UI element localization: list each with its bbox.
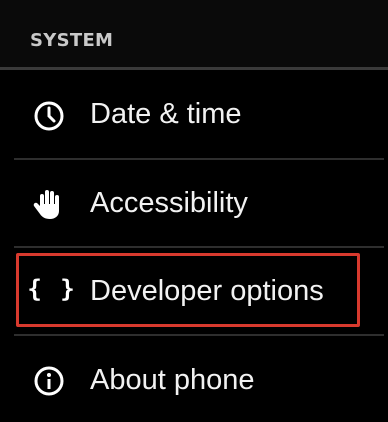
highlight-box xyxy=(16,253,360,327)
settings-item-accessibility[interactable]: Accessibility xyxy=(0,160,388,246)
info-icon xyxy=(32,364,66,398)
settings-item-date-time[interactable]: Date & time xyxy=(0,72,388,158)
settings-item-label: Date & time xyxy=(90,98,242,130)
settings-item-about-phone[interactable]: About phone xyxy=(0,336,388,422)
section-title: SYSTEM xyxy=(30,30,114,51)
header-divider xyxy=(0,67,388,70)
clock-icon xyxy=(32,99,66,133)
settings-item-label: Accessibility xyxy=(90,187,248,219)
settings-item-label: About phone xyxy=(90,364,255,396)
system-section-header: SYSTEM xyxy=(0,0,388,70)
hand-icon xyxy=(32,187,66,221)
